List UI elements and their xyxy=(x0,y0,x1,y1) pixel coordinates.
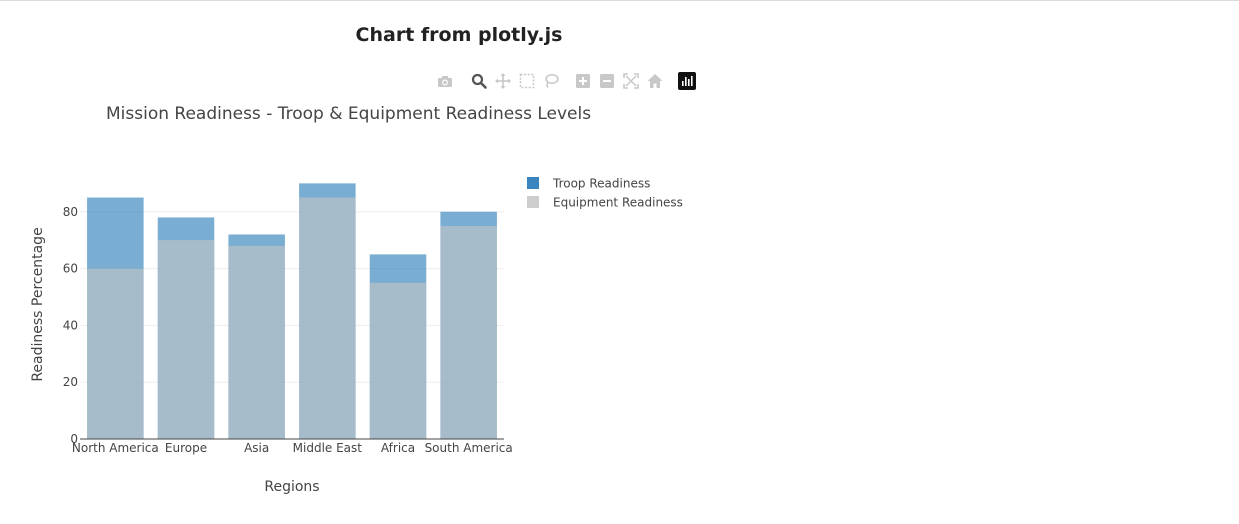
y-axis-title: Readiness Percentage xyxy=(30,227,46,381)
x-tick-label: Asia xyxy=(244,441,269,455)
x-tick-label: South America xyxy=(425,441,513,455)
x-tick-label: Europe xyxy=(165,441,207,455)
equipment-readiness-bar[interactable] xyxy=(299,197,356,439)
x-axis-title: Regions xyxy=(264,479,319,495)
x-tick-label: Middle East xyxy=(293,441,363,455)
legend-label: Troop Readiness xyxy=(552,177,650,191)
legend-swatch[interactable] xyxy=(527,177,539,189)
legend-label: Equipment Readiness xyxy=(553,196,683,210)
y-tick-label: 80 xyxy=(63,205,78,219)
legend-swatch[interactable] xyxy=(527,196,539,208)
y-tick-label: 60 xyxy=(63,262,78,276)
chart-title: Mission Readiness - Troop & Equipment Re… xyxy=(106,104,591,124)
y-tick-label: 20 xyxy=(63,375,78,389)
bar-chart: 020406080North America Europe Asia Middle E… xyxy=(30,104,683,495)
equipment-readiness-bar[interactable] xyxy=(369,282,427,439)
y-tick-label: 40 xyxy=(63,318,78,332)
equipment-readiness-bar[interactable] xyxy=(440,225,497,439)
equipment-readiness-bar[interactable] xyxy=(228,245,285,439)
x-tick-label: North America xyxy=(72,441,159,455)
equipment-readiness-bar[interactable] xyxy=(87,268,144,439)
x-tick-label: Africa xyxy=(381,441,415,455)
equipment-readiness-bar[interactable] xyxy=(157,240,215,439)
